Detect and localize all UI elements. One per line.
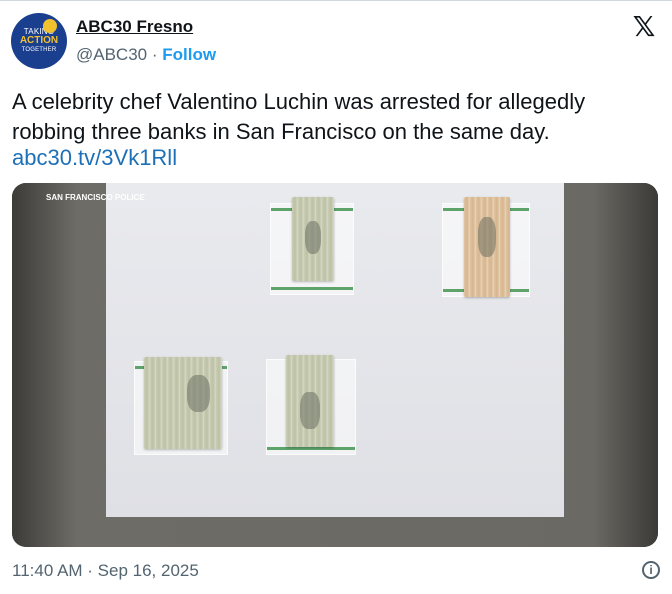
author-name[interactable]: ABC30 Fresno xyxy=(76,17,193,37)
tweet-timestamp[interactable]: 11:40 AM · Sep 16, 2025 xyxy=(12,561,199,581)
seal-icon xyxy=(43,19,57,33)
avatar[interactable]: TAKING ACTION TOGETHER xyxy=(11,13,67,69)
bill-portrait xyxy=(304,220,322,255)
tweet-text: A celebrity chef Valentino Luchin was ar… xyxy=(12,89,586,144)
bill-portrait xyxy=(477,217,497,257)
cash-stack-3 xyxy=(144,357,222,449)
bill-portrait xyxy=(300,391,320,429)
bill-portrait xyxy=(186,375,211,413)
bag-zip xyxy=(267,447,355,450)
photo-watermark: SAN FRANCISCO POLICE xyxy=(46,193,145,202)
x-logo-icon[interactable]: 𝕏 xyxy=(630,13,658,41)
follow-button[interactable]: Follow xyxy=(162,45,216,64)
avatar-text-3: TOGETHER xyxy=(21,47,57,53)
cash-stack-4 xyxy=(286,355,334,447)
author-handle[interactable]: @ABC30 xyxy=(76,45,147,64)
tweet-photo[interactable]: SAN FRANCISCO POLICE xyxy=(12,183,658,547)
info-icon[interactable]: i xyxy=(642,561,660,579)
separator: · xyxy=(147,45,163,64)
cash-stack-2 xyxy=(464,197,510,297)
handle-row: @ABC30 · Follow xyxy=(76,45,216,65)
bag-zip xyxy=(271,287,353,290)
tweet-card: TAKING ACTION TOGETHER ABC30 Fresno @ABC… xyxy=(0,0,672,594)
tweet-link[interactable]: abc30.tv/3Vk1Rll xyxy=(12,143,177,173)
avatar-text-2: ACTION xyxy=(19,35,59,46)
cash-stack-1 xyxy=(292,197,334,281)
